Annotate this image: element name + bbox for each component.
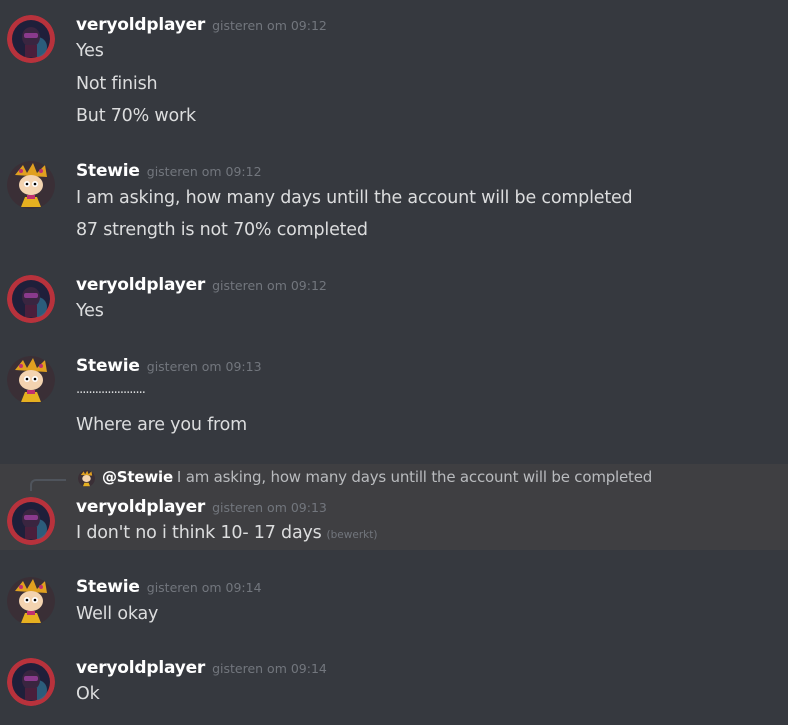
avatar[interactable] — [7, 275, 55, 323]
message-text: I am asking, how many days untill the ac… — [76, 188, 633, 208]
avatar[interactable] — [7, 497, 55, 545]
avatar[interactable] — [7, 161, 55, 209]
message-text: Ok — [76, 684, 100, 704]
avatar[interactable] — [7, 15, 55, 63]
avatar[interactable] — [7, 577, 55, 625]
message-author[interactable]: veryoldplayer gisteren om 09:12 — [76, 15, 327, 35]
message-timestamp: gisteren om 09:14 — [212, 661, 327, 676]
message-author[interactable]: Stewie gisteren om 09:13 — [76, 356, 262, 376]
chat-log: veryoldplayer gisteren om 09:12 Yes Not f… — [0, 0, 788, 725]
message-text: Yes — [76, 41, 104, 61]
message-timestamp: gisteren om 09:12 — [146, 164, 262, 179]
avatar[interactable] — [7, 356, 55, 404]
message-text: Not finish — [76, 74, 158, 94]
message-text: Where are you from — [76, 415, 248, 435]
message-timestamp: gisteren om 09:12 — [212, 278, 327, 293]
message-author[interactable]: veryoldplayer gisteren om 09:13 — [76, 497, 327, 517]
message-timestamp: gisteren om 09:14 — [146, 580, 262, 595]
message-author[interactable]: Stewie gisteren om 09:14 — [76, 577, 262, 597]
message-author[interactable]: Stewie gisteren om 09:12 — [76, 161, 262, 181]
edited-label: (bewerkt) — [326, 529, 378, 541]
reply-mention[interactable]: @Stewie — [102, 468, 173, 486]
reply-text: @Stewie I am asking, how many days untill… — [102, 468, 653, 486]
message-text: Yes — [76, 301, 104, 321]
message-author[interactable]: veryoldplayer gisteren om 09:12 — [76, 275, 327, 295]
message-text: ...................... — [76, 382, 146, 397]
message-text: I don't no i think 10- 17 days (bewerkt) — [76, 523, 378, 543]
message-timestamp: gisteren om 09:12 — [212, 18, 327, 33]
reply-avatar — [78, 470, 95, 487]
avatar[interactable] — [7, 658, 55, 706]
reply-connector — [30, 479, 66, 491]
message-timestamp: gisteren om 09:13 — [212, 500, 327, 515]
message-text: Well okay — [76, 604, 159, 624]
message-timestamp: gisteren om 09:13 — [146, 359, 262, 374]
message-author[interactable]: veryoldplayer gisteren om 09:14 — [76, 658, 327, 678]
message-text: 87 strength is not 70% completed — [76, 220, 368, 240]
message-text: But 70% work — [76, 106, 196, 126]
